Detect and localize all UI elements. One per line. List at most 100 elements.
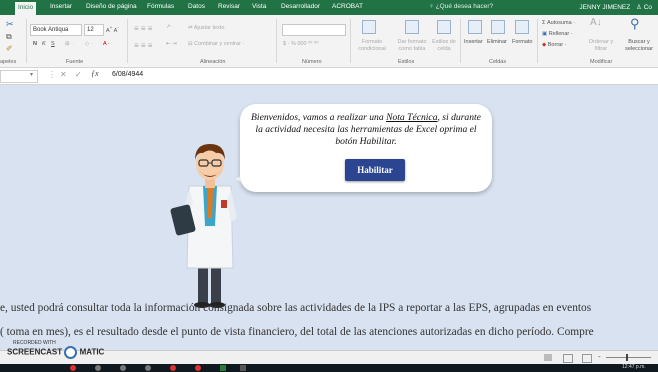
tab-diseno-pagina[interactable]: Diseño de página	[86, 3, 137, 10]
align-top-icon[interactable]: ≡ ≡ ≡	[134, 24, 152, 33]
dots-icon: ⋮	[48, 70, 56, 79]
tab-datos[interactable]: Datos	[188, 3, 205, 10]
group-clipboard-label: apeles	[0, 59, 17, 65]
taskbar-app-icon[interactable]	[120, 365, 126, 371]
underline-icon[interactable]: S	[51, 41, 55, 47]
grow-font-icon[interactable]: A+ A-	[106, 25, 119, 34]
currency-icon[interactable]: $ · % 000 ⁰⁰ ⁰⁰	[283, 41, 318, 47]
indent-icon[interactable]: ⇤ ⇥	[166, 41, 177, 47]
screencast-o-icon	[64, 346, 78, 359]
share-icon: ♙	[636, 4, 642, 11]
fill-button[interactable]: ▣ Rellenar ·	[542, 31, 573, 37]
tab-formulas[interactable]: Fórmulas	[147, 3, 174, 10]
taskbar-app-icon[interactable]	[70, 365, 76, 371]
separator	[537, 19, 538, 63]
group-number-label: Número	[302, 59, 322, 65]
tab-desarrollador[interactable]: Desarrollador	[281, 3, 320, 10]
taskbar-app-icon[interactable]	[170, 365, 176, 371]
find-select-button[interactable]: Buscar y seleccionar	[620, 39, 658, 53]
fill-down-icon: ▣	[542, 31, 549, 37]
habilitar-button[interactable]: Habilitar	[345, 159, 405, 181]
confirm-icon[interactable]: ✓	[75, 70, 82, 79]
tab-vista[interactable]: Vista	[252, 3, 266, 10]
taskbar-app-icon[interactable]	[145, 365, 151, 371]
zoom-slider-thumb[interactable]	[626, 354, 628, 361]
tab-revisar[interactable]: Revisar	[218, 3, 240, 10]
separator	[127, 19, 128, 63]
insert-cells-icon	[468, 20, 482, 34]
nota-tecnica-link: Nota Técnica	[386, 112, 438, 123]
info-paragraph-line-1: e, usted podrá consultar toda la informa…	[0, 302, 592, 314]
group-cells-label: Celdas	[489, 59, 507, 65]
page-break-icon[interactable]	[582, 354, 592, 363]
screencast-watermark: RECORDED WITH SCREENCAST MATIC	[7, 340, 104, 359]
orientation-icon[interactable]: ↗·	[166, 24, 172, 30]
autosum-button[interactable]: Σ Autosuma ·	[542, 20, 575, 26]
taskbar-app-icon[interactable]	[195, 365, 201, 371]
taskbar: 12:47 p.m.	[0, 364, 658, 372]
font-name-select[interactable]: Book Antiqua	[30, 24, 82, 36]
cell-styles-icon	[437, 20, 451, 34]
screencast-logo: SCREENCAST MATIC	[7, 346, 104, 359]
info-paragraph-line-2: ( toma en mes), es el resultado desde el…	[0, 326, 594, 338]
clear-button[interactable]: ◆ Borrar ·	[542, 42, 566, 48]
search-icon: ⚲	[630, 16, 640, 31]
tab-acrobat[interactable]: ACROBAT	[332, 3, 363, 10]
delete-cells-icon	[491, 20, 505, 34]
separator	[350, 19, 351, 63]
welcome-text: Bienvenidos, vamos a realizar una Nota T…	[251, 112, 481, 147]
taskbar-app-icon[interactable]	[95, 365, 101, 371]
group-styles-label: Estilos	[398, 59, 415, 65]
lightbulb-icon: ♀	[429, 3, 436, 10]
bold-icon[interactable]: N	[33, 41, 37, 47]
page-layout-icon[interactable]	[563, 354, 573, 363]
fill-color-icon[interactable]: ◇ ·	[85, 41, 93, 47]
delete-cells-button[interactable]: Eliminar	[487, 39, 507, 45]
cancel-icon[interactable]: ✕	[60, 70, 67, 79]
cell-styles-button[interactable]: Estilos de celda	[431, 39, 457, 53]
welcome-bubble: Bienvenidos, vamos a realizar una Nota T…	[240, 104, 492, 192]
user-account[interactable]: JENNY JIMENEZ ♙ Co	[579, 3, 652, 11]
conditional-format-icon	[362, 20, 376, 34]
doctor-illustration	[170, 144, 237, 308]
font-size-select[interactable]: 12	[84, 24, 104, 36]
format-painter-icon[interactable]: ✐	[6, 44, 13, 53]
format-cells-button[interactable]: Formato	[512, 39, 532, 45]
taskbar-excel-icon[interactable]	[220, 365, 226, 371]
insert-cells-button[interactable]: Insertar	[464, 39, 483, 45]
format-table-icon	[405, 20, 419, 34]
zoom-slider[interactable]	[606, 357, 651, 358]
merge-center-button[interactable]: ⊟ Combinar y centrar ·	[188, 41, 244, 47]
copy-icon[interactable]: ⧉	[6, 32, 12, 42]
ribbon-tab-bar: Inicio Insertar Diseño de página Fórmula…	[0, 0, 658, 15]
font-color-icon[interactable]: A ·	[103, 41, 110, 47]
taskbar-clock: 12:47 p.m.	[622, 364, 646, 370]
sort-filter-button[interactable]: Ordenar y filtrar	[585, 39, 617, 53]
tab-insertar[interactable]: Insertar	[50, 3, 72, 10]
separator	[276, 19, 277, 63]
italic-icon[interactable]: K	[42, 41, 46, 47]
separator	[460, 19, 461, 63]
formula-bar: ▾ ⋮ ✕ ✓ ƒx 6/08/4944	[0, 68, 658, 85]
align-left-icon[interactable]: ≡ ≡ ≡	[134, 41, 152, 50]
tab-inicio[interactable]: Inicio	[15, 2, 37, 15]
ribbon: ✂ ⧉ ✐ apeles Book Antiqua 12 A+ A- N K S…	[0, 15, 658, 68]
tell-me-search[interactable]: ♀ ¿Qué desea hacer?	[429, 3, 493, 10]
insert-function-icon[interactable]: ƒx	[91, 69, 99, 78]
separator	[26, 19, 27, 63]
number-format-select[interactable]	[282, 24, 346, 36]
group-modify-label: Modificar	[590, 59, 613, 65]
wrap-text-button[interactable]: ⇌ Ajustar texto	[188, 25, 224, 31]
normal-view-icon[interactable]	[544, 354, 552, 361]
worksheet: Bienvenidos, vamos a realizar una Nota T…	[0, 85, 658, 350]
zoom-out-icon[interactable]: -	[598, 352, 601, 361]
borders-icon[interactable]: ⊞ ·	[65, 41, 73, 47]
format-table-button[interactable]: Dar formato como tabla	[393, 39, 431, 53]
name-box-dropdown-icon[interactable]: ▾	[30, 71, 33, 78]
group-font-label: Fuente	[66, 59, 84, 65]
cut-icon[interactable]: ✂	[6, 19, 14, 30]
taskbar-app-icon[interactable]	[240, 365, 246, 371]
conditional-format-button[interactable]: Formato condicional	[352, 39, 392, 53]
formula-input[interactable]: 6/08/4944	[112, 71, 143, 78]
group-alignment-label: Alineación	[200, 59, 226, 65]
